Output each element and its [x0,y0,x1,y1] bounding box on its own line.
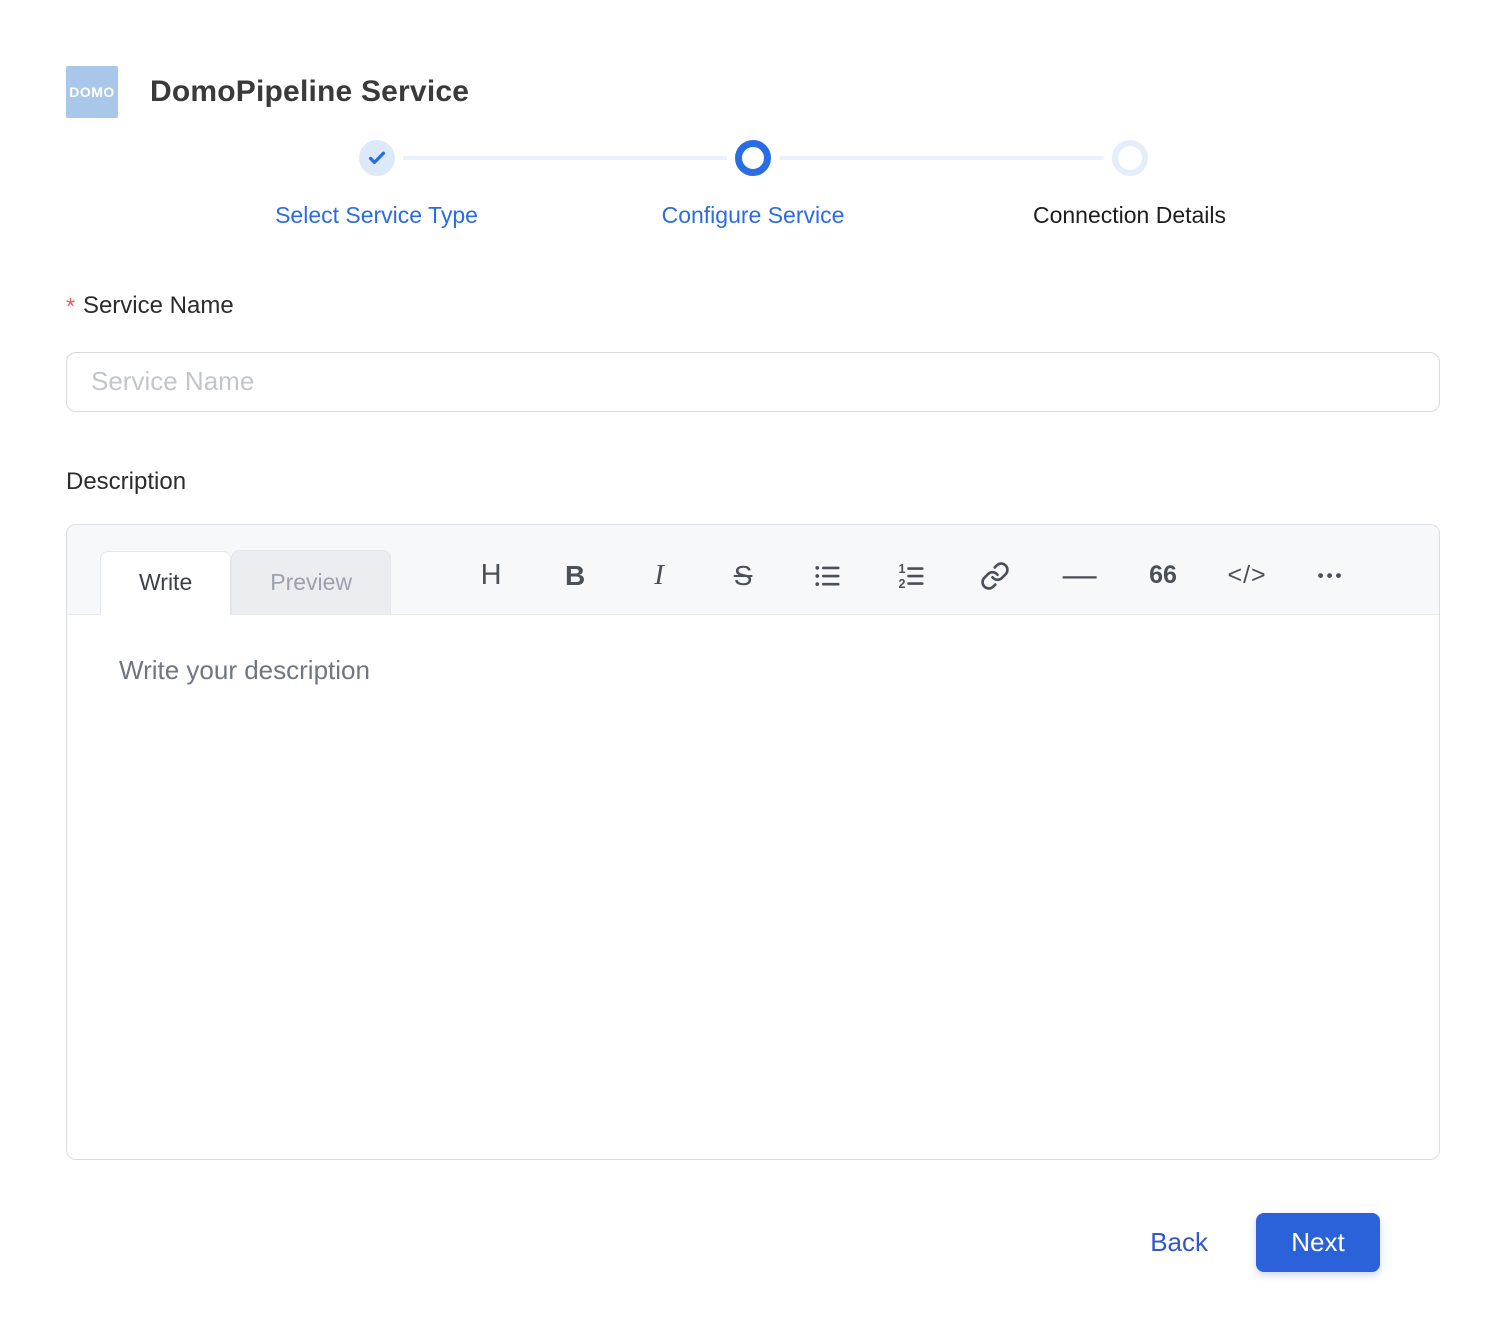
editor-header: Write Preview H B I S 1 2 — 66 </> ••• [67,524,1439,615]
stepper-track [0,140,1506,176]
quote-icon[interactable]: 66 [1146,554,1180,598]
description-textarea[interactable] [67,614,1439,1159]
horizontal-rule-icon[interactable]: — [1062,554,1097,598]
step-completed-check-icon[interactable] [358,140,395,176]
next-button[interactable]: Next [1256,1212,1380,1272]
service-name-label: Service Name [82,292,234,319]
stepper-connector-1 [402,156,727,160]
heading-icon[interactable]: H [474,554,508,598]
stepper: Select Service Type Configure Service Co… [0,140,1506,234]
description-editor: Write Preview H B I S 1 2 — 66 </> ••• W… [66,523,1440,1160]
domo-logo-text: DOMO [69,84,115,100]
italic-icon[interactable]: I [642,554,676,598]
service-name-input[interactable] [66,351,1440,412]
description-label: Description [66,467,187,495]
check-icon [368,151,385,165]
tab-preview[interactable]: Preview [231,549,392,614]
back-button[interactable]: Back [1150,1227,1208,1258]
step-label-select-service-type[interactable]: Select Service Type [275,202,478,229]
svg-text:2: 2 [899,577,906,591]
step-active-circle-icon[interactable] [735,140,771,176]
bold-icon[interactable]: B [558,554,592,598]
page-title: DomoPipeline Service [150,75,470,108]
required-asterisk: * [66,293,75,319]
editor-body [67,614,1439,1159]
step-upcoming-circle-icon[interactable] [1111,140,1148,176]
stepper-labels: Select Service Type Configure Service Co… [0,202,1506,234]
app-header: DOMO DomoPipeline Service [0,0,1506,118]
ordered-list-icon[interactable]: 1 2 [894,554,928,598]
tab-write[interactable]: Write [100,550,232,615]
link-icon[interactable] [978,554,1012,598]
unordered-list-icon[interactable] [810,554,844,598]
more-icon[interactable]: ••• [1314,554,1348,598]
configure-service-page: DOMO DomoPipeline Service Select Service… [0,0,1506,1330]
code-icon[interactable]: </> [1227,554,1265,598]
step-label-configure-service[interactable]: Configure Service [662,202,845,229]
strikethrough-icon[interactable]: S [726,554,760,598]
footer-actions: Back Next [66,1160,1440,1272]
svg-text:1: 1 [899,562,906,576]
service-name-label-row: * Service Name [66,292,1440,322]
form-area: * Service Name Description Write Preview… [0,292,1506,1272]
domo-logo-icon: DOMO [66,66,118,118]
step-label-connection-details[interactable]: Connection Details [1033,202,1226,229]
stepper-connector-2 [779,156,1104,160]
editor-toolbar: H B I S 1 2 — 66 </> ••• [449,554,1373,598]
